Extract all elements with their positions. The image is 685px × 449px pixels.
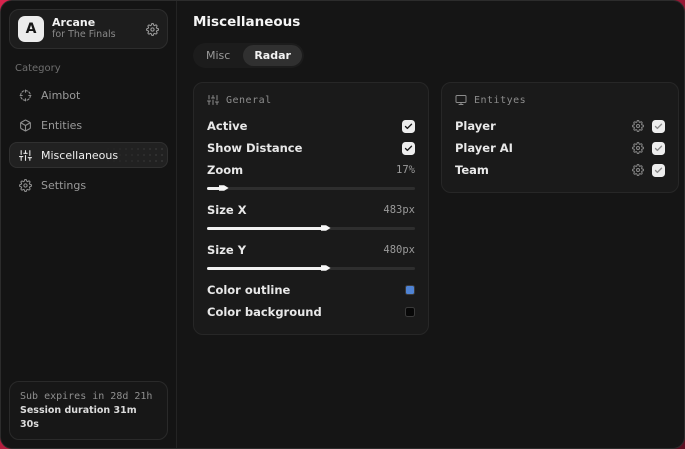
size-y-slider[interactable] <box>207 264 415 272</box>
app-header-card: A Arcane for The Finals <box>9 9 168 49</box>
entities-panel: Entityes Player Player AI Team <box>441 82 679 193</box>
show-distance-row: Show Distance <box>207 137 415 159</box>
main-content: Miscellaneous Misc Radar General Active <box>177 1 684 448</box>
active-row: Active <box>207 115 415 137</box>
session-duration-text: Session duration 31m 30s <box>20 404 137 430</box>
page-title: Miscellaneous <box>193 14 301 30</box>
show-distance-checkbox[interactable] <box>402 141 415 155</box>
player-ai-label: Player AI <box>455 141 513 155</box>
show-distance-label: Show Distance <box>207 141 303 155</box>
size-x-row: Size X 483px <box>207 199 415 221</box>
player-label: Player <box>455 119 496 133</box>
color-outline-label: Color outline <box>207 283 291 297</box>
team-label: Team <box>455 163 489 177</box>
sidebar-item-settings[interactable]: Settings <box>9 172 168 198</box>
app-subtitle: for The Finals <box>52 28 116 40</box>
size-x-value: 483px <box>383 204 415 216</box>
size-y-label: Size Y <box>207 243 247 257</box>
app-title: Arcane <box>52 16 96 30</box>
sidebar-item-entities[interactable]: Entities <box>9 112 168 138</box>
sidebar-item-label: Aimbot <box>41 88 81 102</box>
zoom-slider-thumb[interactable] <box>218 185 229 191</box>
color-outline-swatch[interactable] <box>405 285 415 295</box>
zoom-slider[interactable] <box>207 184 415 192</box>
size-y-slider-thumb[interactable] <box>320 265 331 271</box>
team-checkbox[interactable] <box>652 163 665 177</box>
sidebar-item-label: Miscellaneous <box>41 148 119 162</box>
general-panel: General Active Show Distance Zoom 17% Si… <box>193 82 429 335</box>
monitor-icon <box>455 94 467 106</box>
zoom-label: Zoom <box>207 163 244 177</box>
player-ai-checkbox[interactable] <box>652 141 665 155</box>
sidebar-item-miscellaneous[interactable]: Miscellaneous <box>9 142 168 168</box>
color-outline-row: Color outline <box>207 279 415 301</box>
entity-row-player: Player <box>455 115 665 137</box>
entity-row-team: Team <box>455 159 665 181</box>
sidebar-item-label: Settings <box>41 178 87 192</box>
gear-icon[interactable] <box>146 22 159 36</box>
tab-radar[interactable]: Radar <box>243 45 302 66</box>
tab-bar: Misc Radar <box>193 43 304 68</box>
size-x-label: Size X <box>207 203 247 217</box>
player-checkbox[interactable] <box>652 119 665 133</box>
sub-expires-text: Sub expires in 28d 21h <box>20 390 153 402</box>
general-panel-title: General <box>226 94 272 106</box>
gear-icon[interactable] <box>632 120 644 132</box>
size-y-row: Size Y 480px <box>207 239 415 261</box>
sliders-icon <box>207 94 219 106</box>
sidebar-item-label: Entities <box>41 118 83 132</box>
color-background-swatch[interactable] <box>405 307 415 317</box>
sidebar: A Arcane for The Finals Category Aimbot <box>1 1 177 448</box>
entity-row-player-ai: Player AI <box>455 137 665 159</box>
color-background-row: Color background <box>207 301 415 323</box>
entities-panel-title: Entityes <box>474 94 527 106</box>
sidebar-item-aimbot[interactable]: Aimbot <box>9 82 168 108</box>
gear-icon[interactable] <box>632 164 644 176</box>
gear-icon[interactable] <box>632 142 644 154</box>
app-window: A Arcane for The Finals Category Aimbot <box>0 0 685 449</box>
active-checkbox[interactable] <box>402 119 415 133</box>
color-background-label: Color background <box>207 305 322 319</box>
category-label: Category <box>15 63 61 74</box>
tab-misc[interactable]: Misc <box>195 45 241 66</box>
crosshair-icon <box>19 89 32 102</box>
sidebar-nav: Aimbot Entities Miscellaneous Settings <box>9 82 168 198</box>
subscription-card: Sub expires in 28d 21h Session duration … <box>9 380 168 440</box>
sliders-icon <box>19 149 32 162</box>
size-y-value: 480px <box>383 244 415 256</box>
app-logo: A <box>18 16 44 42</box>
zoom-value: 17% <box>396 164 415 176</box>
gear-icon <box>19 178 32 192</box>
size-x-slider-thumb[interactable] <box>320 225 331 231</box>
box-icon <box>19 119 32 132</box>
active-label: Active <box>207 119 248 133</box>
zoom-row: Zoom 17% <box>207 159 415 181</box>
panels-row: General Active Show Distance Zoom 17% Si… <box>193 82 679 335</box>
size-x-slider[interactable] <box>207 224 415 232</box>
